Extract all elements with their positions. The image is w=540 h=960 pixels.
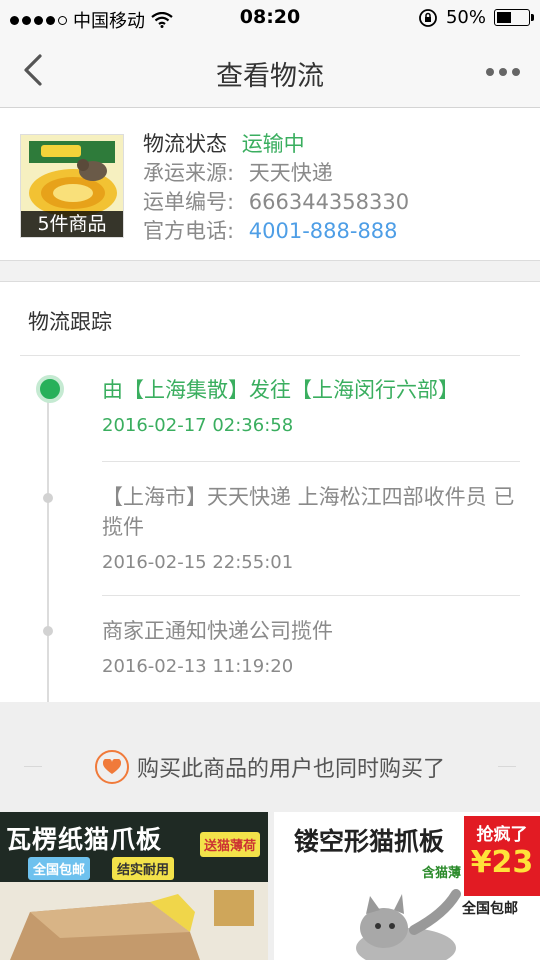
cat-image <box>356 889 461 960</box>
sale-label: 抢疯了 <box>476 825 528 845</box>
phone-label: 官方电话: <box>143 219 235 243</box>
tracking-section: 物流跟踪 由【上海集散】发往【上海闵行六部】 2016-02-17 02:36:… <box>0 282 540 702</box>
carrier-row: 承运来源: 天天快递 <box>143 159 409 188</box>
tracking-event: 【上海市】天天快递 上海松江四部收件员 已揽件 2016-02-15 22:55… <box>102 482 518 578</box>
product-card[interactable]: 镂空形猫抓板 含猫薄 抢疯了 ¥23 全国包邮 <box>274 812 540 960</box>
rotation-lock-icon <box>419 8 437 27</box>
product-grid: 瓦楞纸猫爪板 全国包邮 结实耐用 送猫薄荷 镂空形猫抓板 含猫薄 抢疯了 ¥23… <box>0 812 540 960</box>
tracking-event: 由【上海集散】发往【上海闵行六部】 2016-02-17 02:36:58 <box>102 375 518 441</box>
event-time: 2016-02-17 02:36:58 <box>102 415 294 436</box>
status-value: 运输中 <box>241 132 305 156</box>
phone-link[interactable]: 4001-888-888 <box>249 219 398 243</box>
carrier-label: 承运来源: <box>143 161 235 185</box>
divider <box>102 461 520 462</box>
product-thumbnail[interactable]: 5件商品 <box>20 134 124 238</box>
tracking-label: 运单编号: <box>143 190 235 214</box>
product-image <box>0 882 268 960</box>
carrier-value: 天天快递 <box>248 161 333 185</box>
event-time: 2016-02-15 22:55:01 <box>102 552 294 573</box>
status-bar: 中国移动 08:20 50% <box>0 0 540 36</box>
battery-percent: 50% <box>445 7 486 28</box>
event-text: 商家正通知快递公司揽件 <box>102 619 333 643</box>
event-time: 2016-02-13 11:19:20 <box>102 656 294 677</box>
event-text: 【上海市】天天快递 上海松江四部收件员 已揽件 <box>102 485 515 539</box>
timeline-node <box>43 626 53 636</box>
divider <box>102 595 520 596</box>
more-icon[interactable] <box>486 66 522 78</box>
tracking-number-row: 运单编号: 666344358330 <box>143 188 409 217</box>
sale-price: ¥23 <box>470 845 534 880</box>
item-count: 5件商品 <box>21 211 123 237</box>
status-right: 50% <box>418 7 534 28</box>
shipment-info: 5件商品 物流状态 运输中 承运来源: 天天快递 运单编号: 666344358… <box>0 108 540 261</box>
status-label: 物流状态 <box>143 132 227 156</box>
timeline-node <box>43 493 53 503</box>
product-card[interactable]: 瓦楞纸猫爪板 全国包邮 结实耐用 送猫薄荷 <box>0 812 268 960</box>
status-row: 物流状态 运输中 <box>143 130 409 159</box>
recommend-label: 购买此商品的用户也同时购买了 <box>136 757 445 782</box>
tracking-title: 物流跟踪 <box>28 310 112 334</box>
product-title: 镂空形猫抓板 <box>294 827 445 856</box>
nav-bar: 查看物流 <box>0 36 540 108</box>
page-title: 查看物流 <box>216 61 324 92</box>
timeline-line <box>47 385 49 702</box>
recommend-header: 购买此商品的用户也同时购买了 <box>0 750 540 784</box>
heart-icon <box>94 750 129 784</box>
tracking-number: 666344358330 <box>248 190 410 214</box>
event-text: 由【上海集散】发往【上海闵行六部】 <box>102 378 459 402</box>
section-gap <box>0 261 540 282</box>
product-badge: 送猫薄荷 <box>200 832 261 857</box>
sale-badge: 抢疯了 ¥23 <box>464 816 540 896</box>
battery-icon <box>494 9 534 26</box>
shipping-badge: 全国包邮 <box>462 901 518 917</box>
phone-row: 官方电话: 4001-888-888 <box>143 217 409 246</box>
recommend-section: 购买此商品的用户也同时购买了 <box>0 702 540 812</box>
divider <box>20 355 520 356</box>
product-title: 瓦楞纸猫爪板 <box>6 825 163 854</box>
timeline-node-active <box>36 375 64 403</box>
product-badge: 全国包邮 <box>28 857 91 880</box>
product-badge: 结实耐用 <box>112 857 175 880</box>
tracking-event: 商家正通知快递公司揽件 2016-02-13 11:19:20 <box>102 616 518 682</box>
